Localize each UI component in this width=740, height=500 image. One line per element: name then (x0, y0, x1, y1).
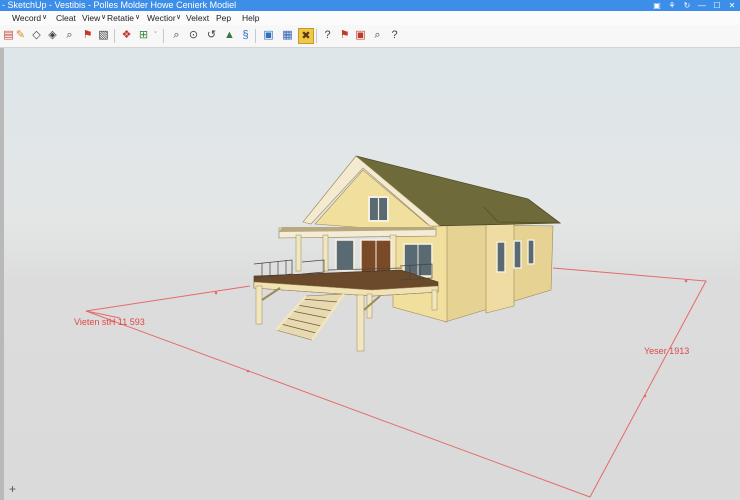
viewport-edge (0, 48, 4, 500)
window-title: - SketchUp - Vestibis - Polles Molder Ho… (2, 0, 237, 10)
dimension-label: Vieten stH 11 593 (74, 317, 145, 327)
menu-wecord[interactable]: Wecord (12, 11, 41, 25)
toolbar-separator (163, 29, 164, 43)
sync-icon[interactable]: ↻ (683, 0, 691, 11)
chevron-down-icon[interactable]: ∨ (42, 11, 47, 25)
title-bar: - SketchUp - Vestibis - Polles Molder Ho… (0, 0, 740, 11)
search-icon[interactable]: ⌕ (169, 28, 184, 43)
mark-icon[interactable]: ⚑ (337, 28, 352, 43)
toolbar-separator (114, 29, 115, 43)
axis-origin-icon: + (9, 482, 17, 496)
layer-icon[interactable]: ▣ (353, 28, 368, 43)
chevron-down-icon[interactable]: ˇ (152, 28, 159, 43)
add-icon[interactable]: ⊞ (136, 28, 151, 43)
dimension-label: Yeser 1913 (644, 346, 689, 356)
rotate-icon[interactable]: ↺ (204, 28, 219, 43)
chevron-down-icon[interactable]: ∨ (135, 11, 140, 25)
find-icon[interactable]: ⌕ (370, 28, 385, 43)
model-viewport[interactable]: Vieten stH 11 593 Yeser 1913 + (0, 48, 740, 500)
tools-icon[interactable]: ✖ (298, 28, 314, 44)
toolbar-separator (316, 29, 317, 43)
maximize-icon[interactable]: ☐ (713, 0, 721, 11)
sandbox-icon[interactable]: § (238, 28, 253, 43)
share-icon[interactable]: ⚘ (668, 0, 676, 11)
help-icon[interactable]: ? (320, 28, 335, 43)
orbit-icon[interactable]: ⊙ (186, 28, 201, 43)
eraser-icon[interactable]: ◇ (29, 28, 44, 43)
toolbar-separator (255, 29, 256, 43)
menu-velext[interactable]: Velext (186, 11, 209, 25)
close-icon[interactable]: ✕ (728, 0, 736, 11)
question-icon[interactable]: ? (387, 28, 402, 43)
components-icon[interactable]: ❖ (119, 28, 134, 43)
house-model[interactable] (253, 155, 562, 352)
image-icon[interactable]: ▧ (96, 28, 111, 43)
shape-icon[interactable]: ◈ (45, 28, 60, 43)
window-icon[interactable]: ▣ (653, 0, 661, 11)
menu-help[interactable]: Help (242, 11, 259, 25)
minimize-icon[interactable]: — (698, 0, 706, 11)
pencil-icon[interactable]: ✎ (13, 28, 28, 43)
menu-retatie[interactable]: Retatie (107, 11, 134, 25)
zoom-icon[interactable]: ⌕ (62, 28, 77, 43)
chevron-down-icon[interactable]: ∨ (101, 11, 106, 25)
scene-canvas[interactable]: Vieten stH 11 593 Yeser 1913 (0, 48, 740, 500)
paint-bucket-icon[interactable]: ▲ (222, 28, 237, 43)
grid-icon[interactable]: ▦ (280, 28, 295, 43)
window-controls: ▣ ⚘ ↻ — ☐ ✕ (653, 0, 736, 11)
menu-bar: Wecord ∨ Cleat View ∨ Retatie ∨ Wectior … (0, 11, 740, 25)
chevron-down-icon[interactable]: ∨ (176, 11, 181, 25)
menu-wectior[interactable]: Wectior (147, 11, 176, 25)
menu-cleat[interactable]: Cleat (56, 11, 76, 25)
toolbar: ▤ ✎ ◇ ◈ ⌕ ⚑ ▧ ❖ ⊞ ˇ ⌕ ⊙ ↺ ▲ § ▣ ▦ ✖ ? ⚑ … (0, 25, 740, 48)
menu-pep[interactable]: Pep (216, 11, 231, 25)
sketchup-window: - SketchUp - Vestibis - Polles Molder Ho… (0, 0, 740, 500)
save-icon[interactable]: ▣ (261, 28, 276, 43)
flag-icon[interactable]: ⚑ (80, 28, 95, 43)
menu-view[interactable]: View (82, 11, 100, 25)
